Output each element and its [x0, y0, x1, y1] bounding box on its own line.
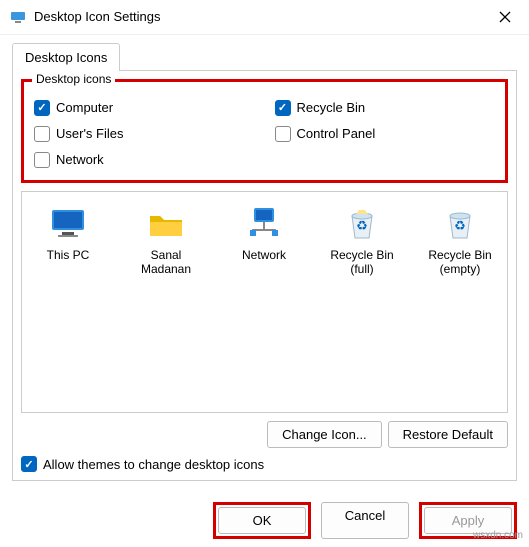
watermark-text: wsxdn.com [473, 530, 523, 541]
checkbox-label: Network [56, 152, 104, 167]
svg-text:♻: ♻ [356, 218, 368, 233]
icon-label: Sanal Madanan [126, 248, 206, 277]
check-icon [275, 126, 291, 142]
check-icon [275, 100, 291, 116]
desktop-icons-group: Desktop icons Computer Recycle Bin User'… [21, 79, 508, 183]
monitor-icon [48, 204, 88, 244]
highlight-ok: OK [213, 502, 311, 539]
check-icon [34, 152, 50, 168]
icon-network[interactable]: Network [224, 204, 304, 262]
tabstrip: Desktop Icons [0, 35, 529, 71]
checkbox-control-panel[interactable]: Control Panel [275, 126, 496, 142]
network-icon [244, 204, 284, 244]
checkbox-network[interactable]: Network [34, 152, 255, 168]
folder-icon [146, 204, 186, 244]
checkbox-grid: Computer Recycle Bin User's Files Contro… [34, 100, 495, 168]
check-icon [34, 126, 50, 142]
dialog-button-bar: OK Cancel Apply [0, 494, 529, 547]
checkbox-label: Computer [56, 100, 113, 115]
icon-buttons-row: Change Icon... Restore Default [21, 421, 508, 448]
tab-desktop-icons[interactable]: Desktop Icons [12, 43, 120, 71]
checkbox-allow-themes[interactable]: Allow themes to change desktop icons [21, 456, 508, 472]
icon-recycle-bin-empty[interactable]: ♻ Recycle Bin (empty) [420, 204, 500, 277]
window-title: Desktop Icon Settings [34, 9, 491, 24]
dialog-window: Desktop Icon Settings Desktop Icons Desk… [0, 0, 529, 547]
recycle-bin-empty-icon: ♻ [440, 204, 480, 244]
check-icon [21, 456, 37, 472]
checkbox-computer[interactable]: Computer [34, 100, 255, 116]
icon-recycle-bin-full[interactable]: ♻ Recycle Bin (full) [322, 204, 402, 277]
close-button[interactable] [491, 3, 519, 31]
app-icon [10, 9, 26, 25]
close-icon [499, 11, 511, 23]
icon-label: This PC [28, 248, 108, 262]
icon-this-pc[interactable]: This PC [28, 204, 108, 262]
checkbox-label: Allow themes to change desktop icons [43, 457, 264, 472]
titlebar: Desktop Icon Settings [0, 0, 529, 35]
svg-text:♻: ♻ [454, 218, 466, 233]
cancel-button[interactable]: Cancel [321, 502, 409, 539]
recycle-bin-full-icon: ♻ [342, 204, 382, 244]
check-icon [34, 100, 50, 116]
checkbox-label: Recycle Bin [297, 100, 366, 115]
icon-label: Network [224, 248, 304, 262]
restore-default-button[interactable]: Restore Default [388, 421, 508, 448]
checkbox-label: User's Files [56, 126, 124, 141]
tab-panel: Desktop icons Computer Recycle Bin User'… [12, 70, 517, 481]
ok-button[interactable]: OK [218, 507, 306, 534]
icon-preview-list[interactable]: This PC Sanal Madanan Network ♻ Recycle … [21, 191, 508, 413]
icon-label: Recycle Bin (empty) [420, 248, 500, 277]
checkbox-recycle-bin[interactable]: Recycle Bin [275, 100, 496, 116]
icon-user-folder[interactable]: Sanal Madanan [126, 204, 206, 277]
checkbox-label: Control Panel [297, 126, 376, 141]
icon-label: Recycle Bin (full) [322, 248, 402, 277]
change-icon-button[interactable]: Change Icon... [267, 421, 382, 448]
checkbox-users-files[interactable]: User's Files [34, 126, 255, 142]
group-legend: Desktop icons [32, 72, 115, 86]
